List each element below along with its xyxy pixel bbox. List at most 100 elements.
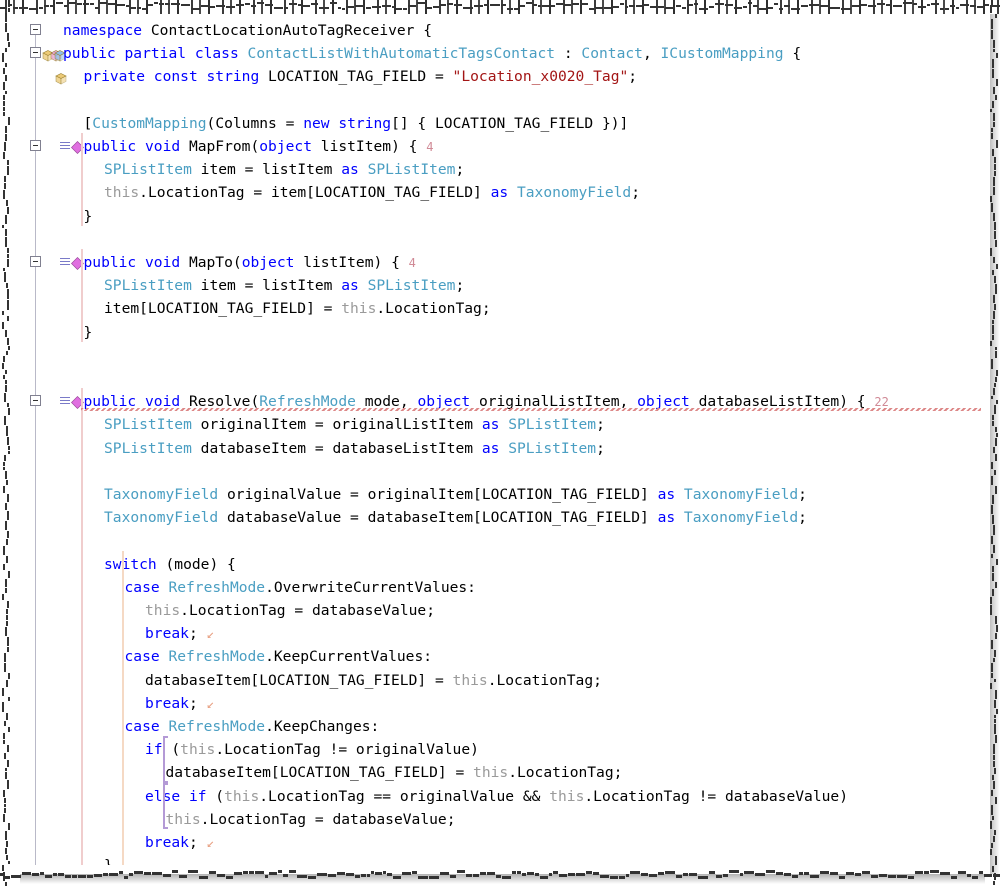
code-token: = [286, 115, 304, 132]
code-line[interactable]: } [84, 205, 93, 228]
code-line[interactable]: SPListItem databaseItem = databaseListIt… [104, 437, 605, 460]
collapse-toggle-class[interactable] [30, 47, 41, 58]
torn-edge-segment [2, 225, 4, 228]
code-line[interactable]: item[LOCATION_TAG_FIELD] = this.Location… [104, 297, 491, 320]
code-token: != [330, 741, 356, 758]
code-token: 4 [426, 140, 433, 154]
code-line[interactable]: break; ↙ [145, 831, 214, 855]
torn-edge-segment [6, 426, 8, 436]
code-token: , [643, 45, 661, 62]
collapse-toggle-namespace[interactable] [30, 24, 41, 35]
torn-edge-segment [108, 3, 116, 5]
torn-edge-segment [90, 3, 94, 5]
code-line[interactable]: databaseItem[LOCATION_TAG_FIELD] = this.… [166, 761, 623, 784]
code-token: this [224, 788, 259, 805]
torn-edge-segment [8, 42, 10, 47]
code-line[interactable]: SPListItem originalItem = originalListIt… [104, 413, 605, 436]
code-token: : [564, 45, 582, 62]
code-line[interactable]: if (this.LocationTag != originalValue) [145, 738, 479, 761]
torn-edge-segment [6, 283, 8, 288]
code-line[interactable]: break; ↙ [145, 622, 214, 646]
torn-edge-segment [7, 259, 9, 267]
torn-edge-segment [6, 713, 8, 720]
torn-edge-segment [7, 254, 9, 258]
code-token: this [104, 184, 139, 201]
torn-edge-segment [3, 68, 5, 74]
torn-edge-segment [5, 75, 7, 81]
code-line[interactable]: this.LocationTag = item[LOCATION_TAG_FIE… [104, 181, 640, 204]
code-token: = [245, 161, 263, 178]
torn-edge-segment [766, 870, 775, 873]
editor-gutter[interactable] [17, 9, 59, 865]
code-token: const [154, 68, 207, 85]
torn-edge-segment [7, 494, 9, 502]
code-token: } [84, 324, 93, 341]
code-line[interactable]: public void MapFrom(object listItem) { 4 [84, 135, 434, 159]
code-token: ; [798, 486, 807, 503]
code-token: .OverwriteCurrentValues: [265, 579, 476, 596]
code-line[interactable]: } [104, 854, 113, 865]
code-line[interactable]: private const string LOCATION_TAG_FIELD … [84, 65, 638, 88]
code-token: string [338, 115, 391, 132]
torn-edge-segment [6, 841, 8, 847]
torn-edge-segment [4, 804, 6, 807]
collapse-toggle-resolve[interactable] [30, 395, 41, 406]
code-line[interactable]: namespace ContactLocationAutoTagReceiver… [63, 19, 432, 42]
torn-edge-segment [650, 6, 657, 8]
code-line[interactable]: this.LocationTag = databaseValue; [145, 599, 435, 622]
code-token: == [373, 788, 399, 805]
torn-edge-segment [3, 564, 5, 570]
torn-edge-segment [3, 107, 5, 111]
code-line[interactable]: TaxonomyField originalValue = originalIt… [104, 483, 807, 506]
code-token: [ [84, 115, 93, 132]
code-line[interactable]: databaseItem[LOCATION_TAG_FIELD] = this.… [145, 669, 602, 692]
code-token: RefreshMode [168, 579, 265, 596]
code-token: Contact [581, 45, 643, 62]
torn-edge-segment [990, 6, 992, 13]
code-token: if [189, 788, 215, 805]
code-token: MapTo [189, 254, 233, 271]
torn-edge-segment [809, 4, 819, 6]
torn-edge-segment [311, 3, 318, 5]
code-token: namespace [63, 22, 151, 39]
code-line[interactable]: public void MapTo(object listItem) { 4 [84, 251, 416, 275]
torn-edge-segment [4, 753, 6, 759]
torn-edge-segment [6, 539, 8, 545]
code-line[interactable]: this.LocationTag = databaseValue; [166, 808, 456, 831]
torn-edge-segment [7, 207, 9, 214]
collapse-toggle-mapto[interactable] [30, 256, 41, 267]
code-text-area[interactable]: namespace ContactLocationAutoTagReceiver… [59, 9, 983, 865]
torn-edge-segment [643, 4, 649, 6]
editor-surface[interactable]: namespace ContactLocationAutoTagReceiver… [17, 9, 983, 865]
torn-edge-segment [4, 176, 6, 182]
torn-edge-segment [520, 5, 525, 7]
torn-edge-segment [743, 6, 747, 8]
code-line[interactable]: SPListItem item = listItem as SPListItem… [104, 274, 464, 297]
code-line[interactable]: case RefreshMode.KeepCurrentValues: [125, 645, 433, 668]
code-line[interactable]: case RefreshMode.KeepChanges: [125, 715, 380, 738]
code-line[interactable]: SPListItem item = listItem as SPListItem… [104, 158, 464, 181]
torn-edge-segment [7, 745, 9, 752]
torn-edge-segment [5, 13, 7, 22]
torn-edge-segment [408, 5, 416, 7]
code-line[interactable]: else if (this.LocationTag == originalVal… [145, 785, 848, 808]
code-line[interactable]: public partial class ContactListWithAuto… [63, 42, 801, 65]
code-line[interactable]: } [84, 321, 93, 344]
collapse-toggle-mapfrom[interactable] [30, 140, 41, 151]
code-line[interactable]: case RefreshMode.OverwriteCurrentValues: [125, 576, 476, 599]
code-line[interactable]: TaxonomyField databaseValue = databaseIt… [104, 506, 807, 529]
drop-shadow-bottom [20, 874, 985, 884]
torn-edge-segment [636, 5, 642, 7]
torn-edge-segment [5, 627, 7, 636]
torn-edge-segment [6, 621, 8, 626]
code-line[interactable]: [CustomMapping(Columns = new string[] { … [84, 112, 629, 135]
code-token: ; [596, 416, 605, 433]
torn-edge-segment [2, 53, 4, 62]
code-line[interactable]: break; ↙ [145, 692, 214, 716]
code-token: string [207, 68, 269, 85]
torn-edge-segment [729, 870, 739, 873]
torn-edge-segment [7, 316, 9, 321]
code-token: ( [250, 138, 259, 155]
torn-edge-segment [172, 870, 178, 873]
code-token: case [125, 718, 169, 735]
